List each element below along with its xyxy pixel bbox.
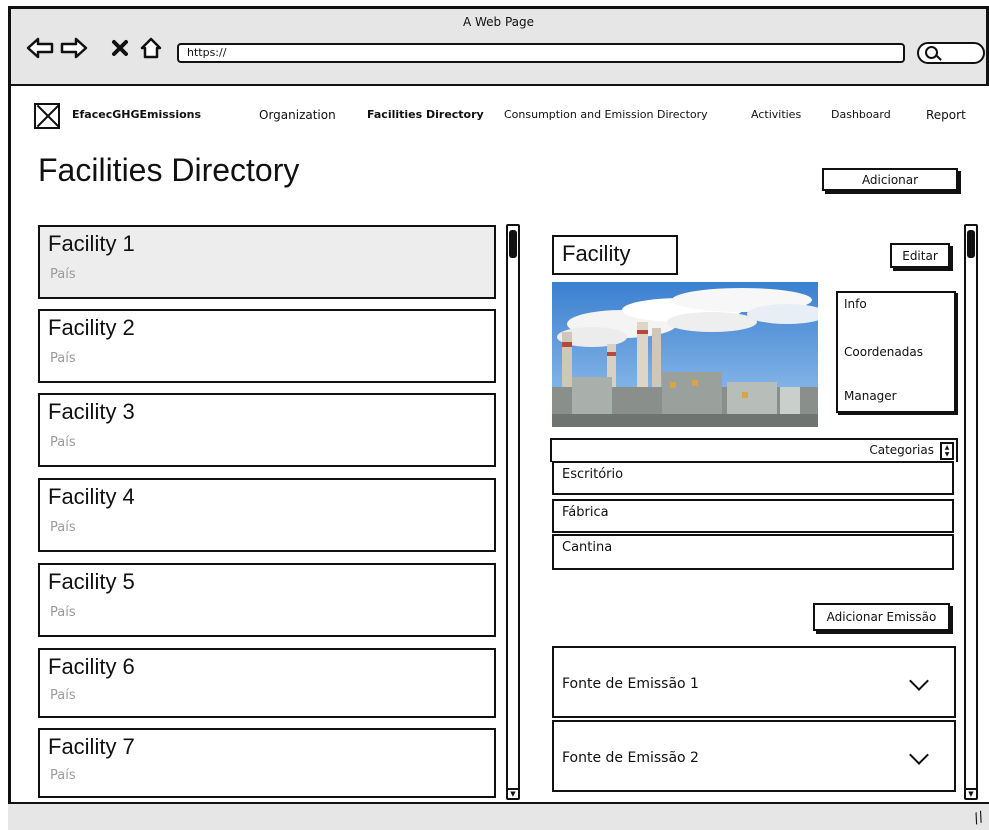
facility-photo <box>552 282 818 427</box>
facility-card[interactable]: Facility 1 País <box>38 225 496 299</box>
manager-menu-item[interactable]: Manager <box>844 389 897 403</box>
nav-organization[interactable]: Organization <box>259 108 336 122</box>
facility-name: Facility 3 <box>48 399 135 424</box>
scrollbar-thumb[interactable] <box>967 230 975 258</box>
facility-card[interactable]: Facility 6 País <box>38 648 496 718</box>
info-menu-item[interactable]: Info <box>844 297 867 311</box>
nav-facilities-directory[interactable]: Facilities Directory <box>367 108 484 121</box>
url-text: https:// <box>187 46 227 59</box>
nav-consumption-emission-directory[interactable]: Consumption and Emission Directory <box>504 108 708 121</box>
chevron-down-icon[interactable] <box>909 671 929 691</box>
forward-arrow-icon[interactable] <box>59 33 89 63</box>
scroll-down-icon[interactable]: ▼ <box>508 788 518 798</box>
facility-card[interactable]: Facility 2 País <box>38 309 496 383</box>
sort-updown-icon[interactable]: ▲ ▼ <box>940 442 954 460</box>
facility-name: Facility 2 <box>48 315 135 340</box>
facility-country: País <box>50 435 76 450</box>
nav-activities[interactable]: Activities <box>751 108 801 121</box>
categories-header[interactable]: Categorias ▲ ▼ <box>550 438 958 462</box>
facility-list-scrollbar[interactable]: ▼ <box>506 224 520 800</box>
scrollbar-thumb[interactable] <box>509 230 517 258</box>
facility-country: País <box>50 267 76 282</box>
emission-source-item[interactable]: Fonte de Emissão 2 <box>552 720 956 792</box>
logo-placeholder-icon <box>34 103 60 129</box>
facility-name: Facility 7 <box>48 734 135 759</box>
add-facility-button[interactable]: Adicionar <box>822 168 958 191</box>
facility-country: País <box>50 351 76 366</box>
emission-source-label: Fonte de Emissão 2 <box>562 750 699 766</box>
detail-panel-scrollbar[interactable]: ▼ <box>964 224 978 800</box>
categories-label: Categorias <box>869 443 934 457</box>
facility-name: Facility 5 <box>48 569 135 594</box>
search-icon <box>925 46 938 59</box>
status-bar: // <box>8 802 989 830</box>
category-item[interactable]: Escritório <box>552 461 954 495</box>
facility-country: País <box>50 520 76 535</box>
chevron-down-icon[interactable] <box>909 745 929 765</box>
address-bar[interactable]: https:// <box>177 43 905 63</box>
browser-chrome: A Web Page https:// <box>8 6 989 86</box>
page-title: Facilities Directory <box>38 152 300 188</box>
facility-name: Facility 1 <box>48 231 135 256</box>
scroll-down-icon[interactable]: ▼ <box>966 788 976 798</box>
window-title: A Web Page <box>462 15 535 29</box>
edit-button[interactable]: Editar <box>890 243 950 268</box>
facility-country: País <box>50 688 76 703</box>
category-item[interactable]: Cantina <box>552 534 954 570</box>
category-item[interactable]: Fábrica <box>552 499 954 533</box>
facility-detail-title: Facility <box>552 235 678 275</box>
coordinates-menu-item[interactable]: Coordenadas <box>844 345 923 359</box>
facility-card[interactable]: Facility 5 País <box>38 563 496 637</box>
brand-name: EfacecGHGEmissions <box>72 108 202 121</box>
facility-country: País <box>50 768 76 783</box>
browser-search[interactable] <box>917 42 985 64</box>
facility-card[interactable]: Facility 3 País <box>38 393 496 467</box>
window-border <box>8 86 11 802</box>
add-emission-button[interactable]: Adicionar Emissão <box>813 603 950 631</box>
facility-card[interactable]: Facility 4 País <box>38 478 496 552</box>
facility-name: Facility 4 <box>48 484 135 509</box>
facility-card[interactable]: Facility 7 País <box>38 728 496 798</box>
back-arrow-icon[interactable] <box>25 33 55 63</box>
close-icon[interactable] <box>109 33 131 63</box>
resize-grip-icon[interactable]: // <box>971 809 985 827</box>
emission-source-item[interactable]: Fonte de Emissão 1 <box>552 646 956 718</box>
facility-name: Facility 6 <box>48 654 135 679</box>
home-icon[interactable] <box>137 33 165 63</box>
facility-info-menu: Info Coordenadas Manager <box>836 291 956 413</box>
emission-source-label: Fonte de Emissão 1 <box>562 676 699 692</box>
nav-dashboard[interactable]: Dashboard <box>831 108 891 121</box>
facility-country: País <box>50 605 76 620</box>
nav-report[interactable]: Report <box>926 108 966 122</box>
